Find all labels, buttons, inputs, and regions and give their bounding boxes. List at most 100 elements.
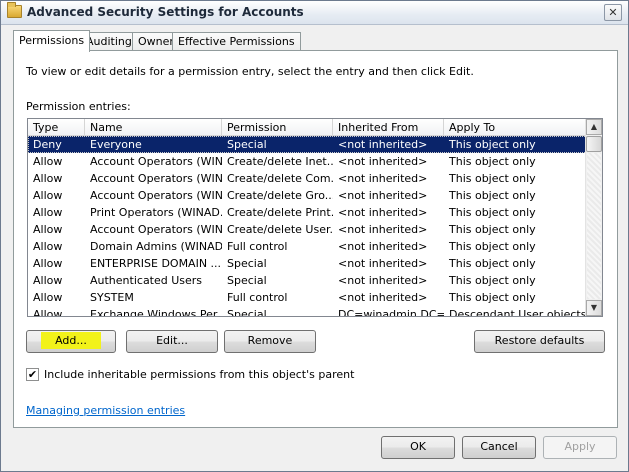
table-row[interactable]: Allow Account Operators (WIN... Create/del… bbox=[28, 153, 587, 170]
instruction-text: To view or edit details for a permission… bbox=[26, 65, 474, 78]
cell-apply-to: Descendant User objects bbox=[449, 308, 587, 317]
cell-permission: Special bbox=[227, 308, 267, 317]
tab-permissions[interactable]: Permissions bbox=[13, 30, 91, 52]
cell-inherited-from: <not inherited> bbox=[338, 138, 428, 151]
cell-name: SYSTEM bbox=[90, 291, 134, 304]
scroll-down-icon: ▼ bbox=[590, 303, 598, 312]
vertical-scrollbar[interactable]: ▲ ▼ bbox=[585, 119, 602, 316]
permission-entries-label: Permission entries: bbox=[26, 100, 131, 113]
column-header-name[interactable]: Name bbox=[85, 119, 222, 136]
permissions-panel: To view or edit details for a permission… bbox=[13, 50, 618, 428]
column-header-inherited-from[interactable]: Inherited From bbox=[333, 119, 444, 136]
cell-permission: Create/delete Gro... bbox=[227, 189, 333, 202]
table-row[interactable]: Allow Authenticated Users Special <not inhe… bbox=[28, 272, 587, 289]
cell-name: Account Operators (WIN... bbox=[90, 223, 222, 236]
table-row[interactable]: Allow Print Operators (WINAD... Create/del… bbox=[28, 204, 587, 221]
cell-type: Allow bbox=[33, 240, 63, 253]
column-header-permission[interactable]: Permission bbox=[222, 119, 333, 136]
scroll-up-button[interactable]: ▲ bbox=[586, 119, 602, 135]
cell-apply-to: This object only bbox=[449, 206, 536, 219]
include-inheritable-checkbox[interactable]: ✔ bbox=[26, 368, 39, 381]
close-button[interactable]: ✕ bbox=[604, 4, 622, 21]
cell-inherited-from: <not inherited> bbox=[338, 206, 428, 219]
cell-apply-to: This object only bbox=[449, 155, 536, 168]
ok-button[interactable]: OK bbox=[381, 436, 455, 459]
cell-type: Allow bbox=[33, 206, 63, 219]
cell-apply-to: This object only bbox=[449, 138, 536, 151]
cell-inherited-from: <not inherited> bbox=[338, 172, 428, 185]
cell-apply-to: This object only bbox=[449, 172, 536, 185]
cell-inherited-from: <not inherited> bbox=[338, 240, 428, 253]
cell-type: Allow bbox=[33, 172, 63, 185]
table-row[interactable]: Deny Everyone Special <not inherited> This o… bbox=[28, 136, 587, 153]
cell-name: ENTERPRISE DOMAIN ... bbox=[90, 257, 222, 270]
cell-apply-to: This object only bbox=[449, 240, 536, 253]
edit-button[interactable]: Edit... bbox=[126, 330, 218, 353]
cell-inherited-from: <not inherited> bbox=[338, 223, 428, 236]
table-row[interactable]: Allow ENTERPRISE DOMAIN ... Special <not in… bbox=[28, 255, 587, 272]
list-header: Type Name Permission Inherited From Appl… bbox=[28, 119, 587, 136]
scroll-thumb[interactable] bbox=[586, 136, 602, 152]
security-settings-window: Advanced Security Settings for Accounts … bbox=[0, 0, 629, 472]
cell-name: Print Operators (WINAD... bbox=[90, 206, 222, 219]
table-row[interactable]: Allow Account Operators (WIN... Create/del… bbox=[28, 221, 587, 238]
cell-permission: Special bbox=[227, 257, 267, 270]
scroll-track[interactable] bbox=[587, 153, 601, 299]
table-row[interactable]: Allow Account Operators (WIN... Create/del… bbox=[28, 187, 587, 204]
add-button[interactable]: Add... bbox=[26, 330, 116, 353]
cell-apply-to: This object only bbox=[449, 274, 536, 287]
cell-apply-to: This object only bbox=[449, 291, 536, 304]
cell-type: Deny bbox=[33, 138, 62, 151]
window-title: Advanced Security Settings for Accounts bbox=[27, 5, 304, 19]
cell-inherited-from: <not inherited> bbox=[338, 274, 428, 287]
cell-name: Domain Admins (WINAD... bbox=[90, 240, 222, 253]
permission-entries-list[interactable]: Type Name Permission Inherited From Appl… bbox=[27, 118, 603, 317]
cell-name: Account Operators (WIN... bbox=[90, 189, 222, 202]
apply-button[interactable]: Apply bbox=[543, 436, 617, 459]
cell-type: Allow bbox=[33, 308, 63, 317]
cell-name: Everyone bbox=[90, 138, 142, 151]
cell-inherited-from: <not inherited> bbox=[338, 155, 428, 168]
table-row[interactable]: Allow SYSTEM Full control <not inherited> Th… bbox=[28, 289, 587, 306]
list-rows: Deny Everyone Special <not inherited> This o… bbox=[28, 136, 587, 317]
cell-type: Allow bbox=[33, 291, 63, 304]
close-icon: ✕ bbox=[608, 6, 618, 19]
cell-permission: Full control bbox=[227, 240, 288, 253]
table-row[interactable]: Allow Domain Admins (WINAD... Full control… bbox=[28, 238, 587, 255]
column-header-type[interactable]: Type bbox=[28, 119, 85, 136]
cell-permission: Create/delete Com... bbox=[227, 172, 333, 185]
table-row[interactable]: Allow Exchange Windows Per... Special DC=wi… bbox=[28, 306, 587, 317]
cell-type: Allow bbox=[33, 189, 63, 202]
cell-inherited-from: <not inherited> bbox=[338, 189, 428, 202]
cell-name: Exchange Windows Per... bbox=[90, 308, 222, 317]
table-row[interactable]: Allow Account Operators (WIN... Create/del… bbox=[28, 170, 587, 187]
cell-name: Account Operators (WIN... bbox=[90, 155, 222, 168]
add-button-label: Add... bbox=[41, 332, 101, 349]
cell-type: Allow bbox=[33, 274, 63, 287]
scroll-up-icon: ▲ bbox=[590, 122, 598, 131]
cell-type: Allow bbox=[33, 223, 63, 236]
cancel-button[interactable]: Cancel bbox=[462, 436, 536, 459]
folder-icon bbox=[7, 2, 22, 18]
column-header-apply-to[interactable]: Apply To bbox=[444, 119, 587, 136]
cell-name: Authenticated Users bbox=[90, 274, 203, 287]
cell-permission: Create/delete Inet... bbox=[227, 155, 333, 168]
cell-inherited-from: <not inherited> bbox=[338, 291, 428, 304]
remove-button[interactable]: Remove bbox=[224, 330, 316, 353]
cell-permission: Create/delete Print... bbox=[227, 206, 333, 219]
cell-apply-to: This object only bbox=[449, 223, 536, 236]
cell-apply-to: This object only bbox=[449, 189, 536, 202]
cell-type: Allow bbox=[33, 257, 63, 270]
include-inheritable-label[interactable]: Include inheritable permissions from thi… bbox=[44, 368, 354, 381]
restore-defaults-button[interactable]: Restore defaults bbox=[474, 330, 605, 353]
tab-effective-permissions[interactable]: Effective Permissions bbox=[172, 32, 301, 51]
cell-permission: Create/delete User... bbox=[227, 223, 333, 236]
cell-permission: Special bbox=[227, 274, 267, 287]
managing-permission-entries-link[interactable]: Managing permission entries bbox=[26, 404, 185, 417]
scroll-down-button[interactable]: ▼ bbox=[586, 300, 602, 316]
title-bar[interactable]: Advanced Security Settings for Accounts … bbox=[1, 1, 628, 25]
cell-permission: Full control bbox=[227, 291, 288, 304]
cell-permission: Special bbox=[227, 138, 267, 151]
cell-inherited-from: <not inherited> bbox=[338, 257, 428, 270]
checkmark-icon: ✔ bbox=[27, 368, 38, 381]
